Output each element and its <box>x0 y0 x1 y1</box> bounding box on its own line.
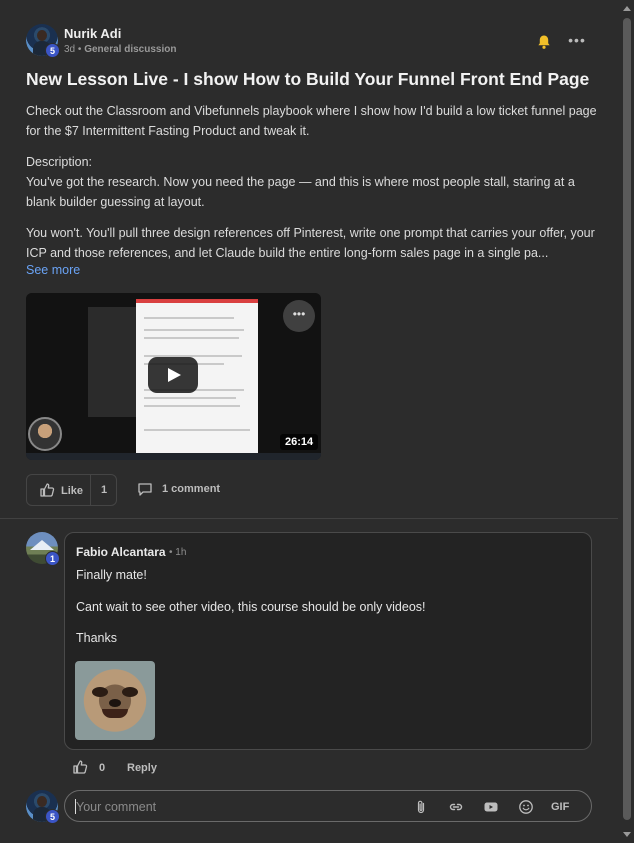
video-taskbar <box>26 453 321 460</box>
like-label: Like <box>61 485 84 497</box>
post-header: 5 Nurik Adi 3d • General discussion ••• <box>26 24 596 58</box>
link-icon[interactable] <box>448 799 464 815</box>
attachment-icon[interactable] <box>413 799 429 815</box>
like-button[interactable]: Like <box>27 475 91 505</box>
scroll-up-arrow[interactable] <box>623 6 631 11</box>
comment-line-1: Finally mate! <box>76 568 147 582</box>
video-more-button[interactable]: ••• <box>283 300 315 332</box>
video-duration: 26:14 <box>280 434 319 450</box>
comment-line-2: Cant wait to see other video, this cours… <box>76 600 426 614</box>
sloth-image[interactable] <box>75 661 155 740</box>
comment-count-label: 1 comment <box>162 483 221 495</box>
scrollbar[interactable] <box>620 0 634 843</box>
comment-input-placeholder: Your comment <box>76 800 157 814</box>
like-control: Like 1 <box>26 474 117 506</box>
commenter-name[interactable]: Fabio Alcantara <box>76 545 166 559</box>
scroll-thumb[interactable] <box>623 18 631 820</box>
more-icon[interactable]: ••• <box>568 33 586 50</box>
post-paragraph-2: You've got the research. Now you need th… <box>26 175 575 209</box>
post-title: New Lesson Live - I show How to Build Yo… <box>26 69 590 89</box>
comment-time: • 1h <box>169 547 187 558</box>
comment-actions: 0 Reply <box>72 759 272 777</box>
post-category[interactable]: General discussion <box>84 44 176 55</box>
thumbs-up-icon <box>40 483 55 497</box>
scroll-down-arrow[interactable] <box>623 832 631 837</box>
commenter-level-badge: 1 <box>45 551 60 566</box>
presenter-face <box>28 417 62 451</box>
post-panel: 5 Nurik Adi 3d • General discussion ••• … <box>0 0 634 843</box>
post-paragraph-1: Check out the Classroom and Vibefunnels … <box>26 104 597 138</box>
post-time: 3d <box>64 44 76 55</box>
author-level-badge: 5 <box>45 43 60 58</box>
see-more-link[interactable]: See more <box>26 263 80 277</box>
comment-input[interactable]: Your comment GIF <box>64 790 592 822</box>
comment-icon <box>138 483 152 496</box>
video-icon[interactable] <box>483 799 499 815</box>
emoji-icon[interactable] <box>518 799 534 815</box>
author-name[interactable]: Nurik Adi <box>64 26 121 41</box>
composer-level-badge: 5 <box>45 809 60 824</box>
like-count[interactable]: 1 <box>101 484 107 496</box>
gif-button[interactable]: GIF <box>551 801 569 813</box>
divider <box>0 518 618 519</box>
comment-line-3: Thanks <box>76 631 117 645</box>
description-label: Description: <box>26 155 92 169</box>
post-paragraph-3: You won't. You'll pull three design refe… <box>26 226 595 260</box>
reply-button[interactable]: Reply <box>127 762 157 774</box>
meta-separator: • <box>77 44 82 55</box>
play-icon[interactable] <box>148 357 198 393</box>
video-thumbnail[interactable]: ••• 26:14 <box>26 293 321 460</box>
post-meta: 3d • General discussion <box>64 44 176 55</box>
comment-like-count: 0 <box>99 762 106 774</box>
comment-bubble: Fabio Alcantara • 1h Finally mate! Cant … <box>64 532 592 750</box>
bell-icon[interactable] <box>536 34 552 50</box>
thumbs-up-icon[interactable] <box>72 759 88 775</box>
